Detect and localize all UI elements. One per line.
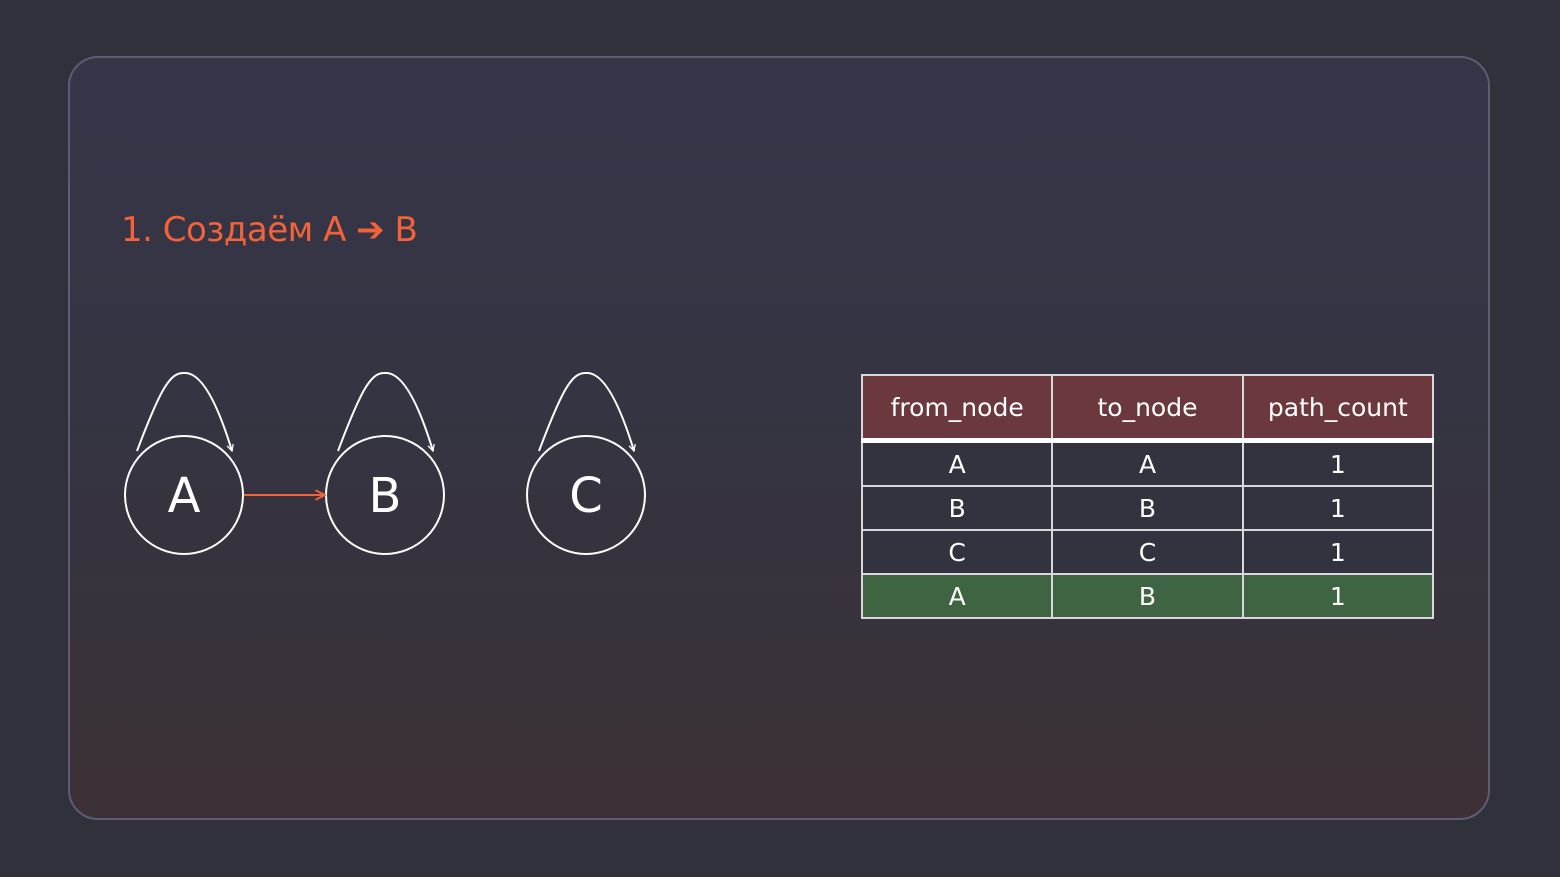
cell-to-node: B [1051,485,1244,531]
table-row: C C 1 [860,529,1435,575]
table-header-row: from_node to_node path_count [860,374,1435,443]
header-path-count: path_count [1241,374,1435,443]
node-label-b: B [369,468,402,524]
cell-from-node: B [860,485,1054,531]
self-loop-b [337,371,433,451]
cell-to-node: C [1051,529,1244,575]
table-row-highlighted: A B 1 [860,573,1435,619]
table-row: B B 1 [860,485,1435,531]
cell-path-count: 1 [1241,529,1435,575]
header-to-node: to_node [1051,374,1244,443]
slide-page: 1. Создаём A ➔ B A B C from_node to_node… [0,0,1560,877]
cell-path-count: 1 [1241,573,1435,619]
table-row: A A 1 [860,439,1435,487]
cell-to-node: A [1051,439,1244,487]
cell-path-count: 1 [1241,439,1435,487]
cell-from-node: C [860,529,1054,575]
node-label-a: A [168,468,201,524]
node-label-c: C [569,468,603,524]
graph-diagram: A B C [124,371,646,555]
cell-to-node: B [1051,573,1244,619]
self-loop-c [538,371,634,451]
graph-node-c: C [526,435,646,555]
graph-node-a: A [124,435,244,555]
graph-node-b: B [325,435,445,555]
self-loop-a [136,371,232,451]
path-count-table: from_node to_node path_count A A 1 B B 1… [860,374,1435,619]
cell-path-count: 1 [1241,485,1435,531]
cell-from-node: A [860,439,1054,487]
cell-from-node: A [860,573,1054,619]
header-from-node: from_node [860,374,1054,443]
